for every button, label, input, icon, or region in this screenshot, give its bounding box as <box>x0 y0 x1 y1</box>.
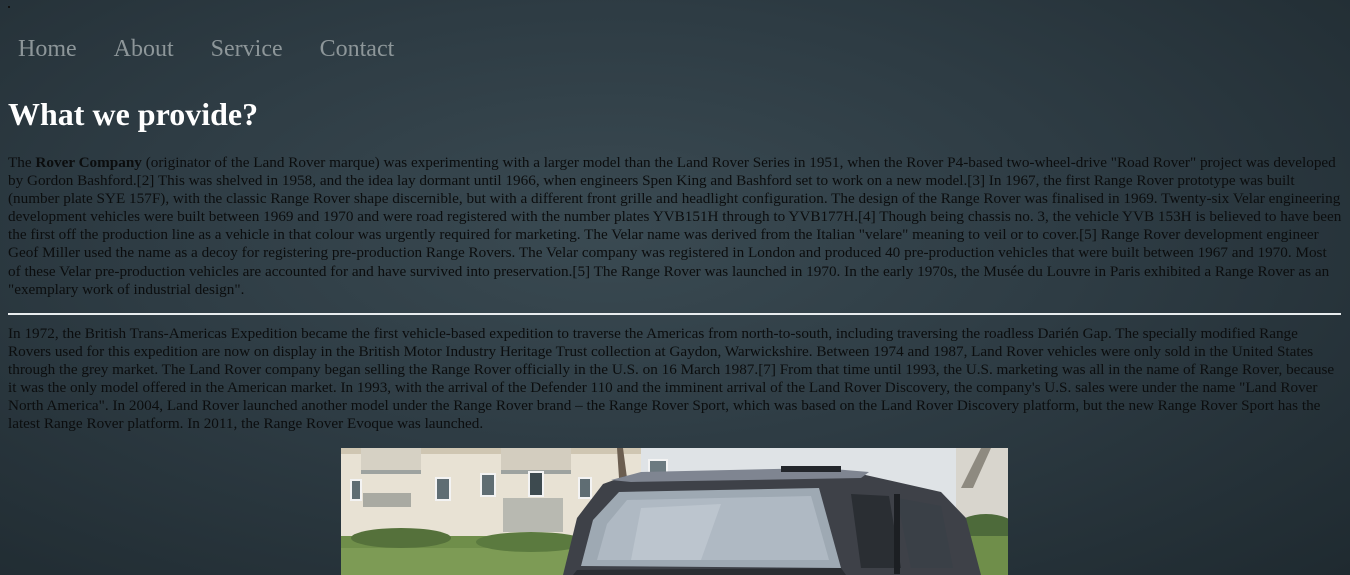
stray-dot <box>8 6 10 8</box>
paragraph-lead: The <box>8 154 36 171</box>
paragraph-body: (originator of the Land Rover marque) wa… <box>8 154 1342 298</box>
top-nav: Home About Service Contact <box>18 34 431 64</box>
nav-link-service[interactable]: Service <box>211 34 283 64</box>
nav-link-about[interactable]: About <box>114 34 174 64</box>
page-heading: What we provide? <box>8 96 259 132</box>
range-rover-photo <box>341 448 1008 575</box>
history-paragraph-2: In 1972, the British Trans-Americas Expe… <box>8 325 1335 433</box>
section-divider <box>8 313 1341 315</box>
company-name-bold: Rover Company <box>35 154 142 171</box>
nav-link-contact[interactable]: Contact <box>320 34 395 64</box>
range-rover-photo-illustration <box>341 448 1008 575</box>
nav-link-home[interactable]: Home <box>18 34 77 64</box>
history-paragraph-1: The Rover Company (originator of the Lan… <box>8 154 1343 299</box>
